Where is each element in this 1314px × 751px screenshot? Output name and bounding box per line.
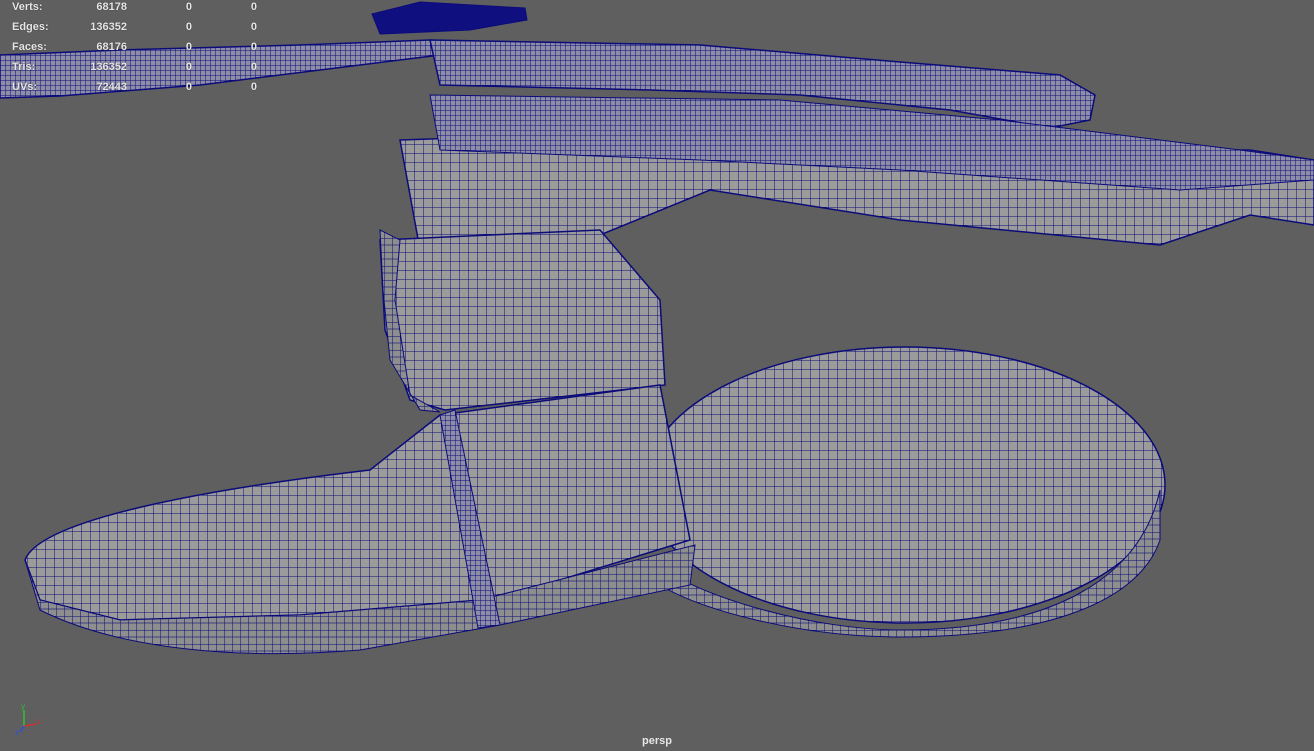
hud-label: Tris: xyxy=(12,61,36,73)
hud-label: Verts: xyxy=(12,1,43,13)
axis-gizmo: y x z xyxy=(15,702,41,736)
hud-component-count: 0 xyxy=(250,41,257,53)
hud-component-count: 0 xyxy=(250,81,257,93)
hud-label: UVs: xyxy=(12,81,38,93)
hud-component-count: 0 xyxy=(250,61,257,73)
hud-label: Edges: xyxy=(12,21,49,33)
hud-component-count: 0 xyxy=(250,1,257,13)
hud-total-count: 136352 xyxy=(90,61,127,73)
hud-total-count: 136352 xyxy=(90,21,127,33)
hud-row: Verts: 68178 0 0 xyxy=(0,1,270,15)
hud-selected-count: 0 xyxy=(185,21,192,33)
hud-selected-count: 0 xyxy=(185,1,192,13)
hud-label: Faces: xyxy=(12,41,47,53)
axis-y-label: y xyxy=(21,702,25,711)
hud-row: Faces: 68176 0 0 xyxy=(0,41,270,55)
axis-z-line xyxy=(19,725,25,733)
wireframe-mesh[interactable] xyxy=(0,0,1314,751)
perspective-viewport[interactable]: Verts: 68178 0 0 Edges: 136352 0 0 Faces: 68176 0 0… xyxy=(0,0,1314,751)
mesh-neck xyxy=(379,229,666,411)
hud-total-count: 68176 xyxy=(96,41,127,53)
camera-name-label: persp xyxy=(642,735,672,747)
hud-total-count: 68178 xyxy=(96,1,127,13)
axis-x-line xyxy=(23,723,37,727)
axis-x-label: x xyxy=(37,717,41,726)
hud-row: Tris: 136352 0 0 xyxy=(0,61,270,75)
hud-selected-count: 0 xyxy=(185,81,192,93)
hud-row: Edges: 136352 0 0 xyxy=(0,21,270,35)
mesh-top-blob xyxy=(371,1,528,35)
mesh-disc-top xyxy=(644,346,1166,624)
hud-selected-count: 0 xyxy=(185,41,192,53)
axis-z-label: z xyxy=(15,728,19,736)
hud-component-count: 0 xyxy=(250,21,257,33)
hud-selected-count: 0 xyxy=(185,61,192,73)
hud-row: UVs: 72443 0 0 xyxy=(0,81,270,95)
hud-total-count: 72443 xyxy=(96,81,127,93)
